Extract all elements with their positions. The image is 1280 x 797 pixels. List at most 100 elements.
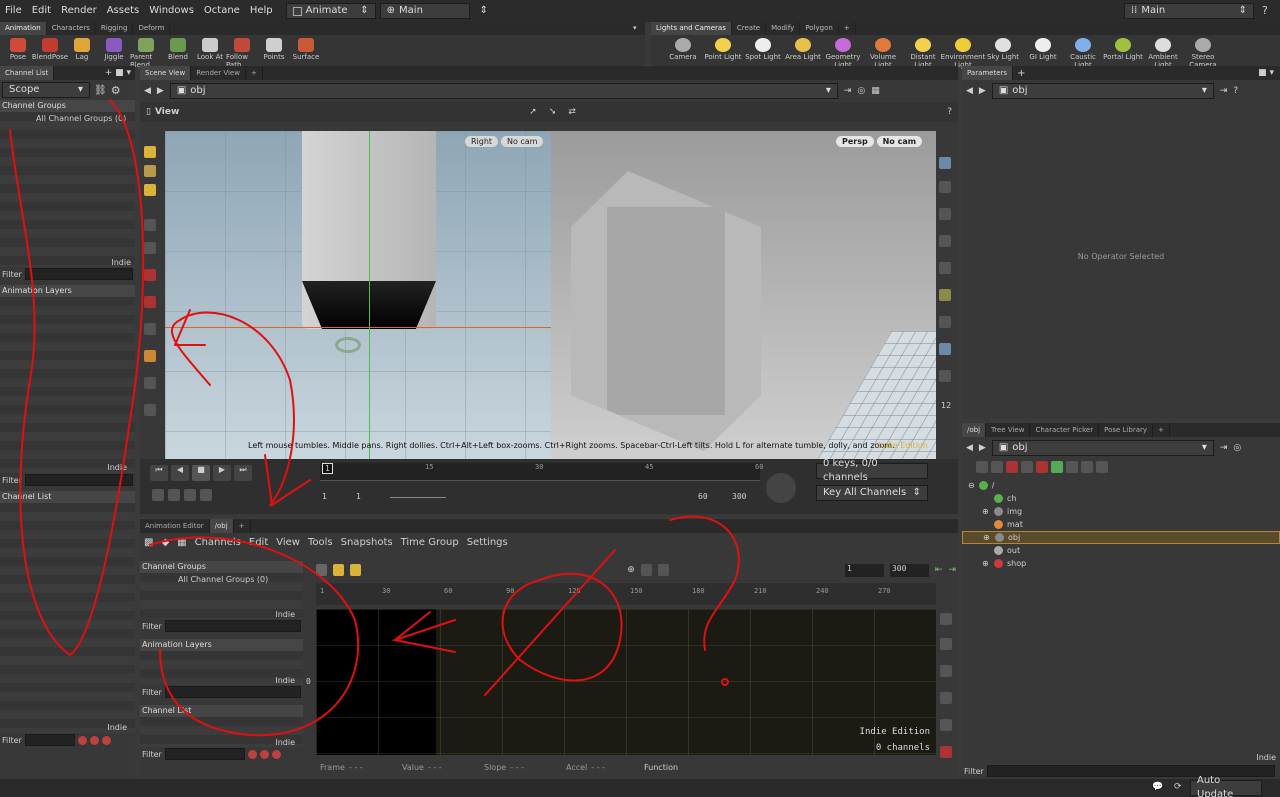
range-slider[interactable] <box>390 497 446 498</box>
all-channel-groups-item[interactable]: All Channel Groups (0) <box>0 112 135 123</box>
keyframe-icon[interactable]: ◆ <box>161 537 169 548</box>
key-field[interactable]: Frame - - - <box>316 763 398 772</box>
auto-update-selector[interactable]: Auto Update <box>1190 775 1262 797</box>
view-selector-pill[interactable]: Persp <box>836 136 874 147</box>
shelf-tool[interactable]: Geometry Light <box>823 38 863 69</box>
timeline-ruler[interactable]: 1 15 30 45 60 <box>320 463 763 481</box>
shelf-tool[interactable]: Environment Light <box>941 38 985 69</box>
snap-icon[interactable] <box>940 719 952 731</box>
lock-icon[interactable] <box>657 564 670 576</box>
skip-end-icon[interactable]: ⇥ <box>948 565 956 575</box>
menu-item-assets[interactable]: Assets <box>102 0 145 22</box>
add-tab-icon[interactable]: + ■ ▾ <box>105 68 135 78</box>
ae-menu-item-snapshots[interactable]: Snapshots <box>341 537 393 548</box>
range-end-field[interactable]: 60 <box>698 492 708 501</box>
curve-icon[interactable] <box>940 746 952 758</box>
tab-pose-library[interactable]: Pose Library <box>1099 423 1154 437</box>
collapse-icon[interactable]: ⊖ <box>968 481 975 490</box>
real-time-icon[interactable] <box>152 489 164 501</box>
tab-parameters[interactable]: Parameters <box>962 66 1014 80</box>
pin-icon[interactable]: ⇥ <box>844 86 852 96</box>
shelf-tool[interactable]: GI Light <box>1023 38 1063 69</box>
tool-icon[interactable] <box>1096 461 1108 473</box>
shelf-tool[interactable]: Portal Light <box>1103 38 1143 69</box>
audio-icon[interactable] <box>168 489 180 501</box>
tab-animation-editor[interactable]: Animation Editor <box>140 519 210 533</box>
filter-input[interactable] <box>24 474 133 486</box>
viewport-persp[interactable]: Persp No cam <box>551 131 936 459</box>
tab-obj[interactable]: /obj <box>209 519 234 533</box>
clock-icon[interactable] <box>200 489 212 501</box>
tree-node-obj[interactable]: ⊕ obj <box>962 531 1280 544</box>
top-right-context-selector[interactable]: ⁞⁞ Main ⇕ <box>1124 3 1254 19</box>
tool-icon[interactable] <box>1066 461 1078 473</box>
shelf-tool[interactable]: Area Light <box>783 38 823 69</box>
expand-icon[interactable]: ⊕ <box>983 533 991 542</box>
tree-node-ch[interactable]: ch <box>962 492 1280 505</box>
shelf-tool[interactable]: Sky Light <box>983 38 1023 69</box>
ae-menu-item-time-group[interactable]: Time Group <box>401 537 459 548</box>
shelf-tab[interactable]: Create <box>732 22 767 35</box>
shelf-tab[interactable]: Deform <box>133 22 171 35</box>
tree-node-img[interactable]: ⊕ img <box>962 505 1280 518</box>
ae-menu-item-tools[interactable]: Tools <box>308 537 333 548</box>
shelf-tool[interactable]: BlendPose <box>32 38 68 69</box>
back-arrow-icon[interactable]: ◀ <box>144 86 151 96</box>
tool-icon[interactable] <box>144 350 156 362</box>
tree-node-mat[interactable]: mat <box>962 518 1280 531</box>
tab-obj[interactable]: /obj <box>962 423 987 437</box>
select-tool-icon[interactable]: ➘ <box>549 107 557 117</box>
display-icon[interactable] <box>939 235 951 247</box>
shelf-tool[interactable]: Jiggle <box>98 38 130 69</box>
range-start2-field[interactable]: 1 <box>356 492 361 501</box>
menu-item-render[interactable]: Render <box>56 0 102 22</box>
pointer-icon[interactable] <box>144 219 156 231</box>
range-end2-field[interactable]: 300 <box>732 492 746 501</box>
key-icon[interactable] <box>247 749 257 759</box>
shelf-tool[interactable]: Camera <box>663 38 703 69</box>
frame-icon[interactable]: ⊕ <box>627 565 635 575</box>
context-arrows[interactable]: ⇕ <box>474 3 488 19</box>
view-icon[interactable] <box>640 564 652 576</box>
filter-input[interactable] <box>164 748 245 760</box>
help-icon[interactable]: ? <box>1262 4 1268 17</box>
shelf-tool[interactable]: Blend <box>162 38 194 69</box>
add-tab-icon[interactable]: + <box>1153 423 1170 437</box>
lock-icon[interactable] <box>144 242 156 254</box>
animation-layers-list[interactable]: Indie <box>140 651 303 685</box>
tab-tree-view[interactable]: Tree View <box>986 423 1031 437</box>
transform-icon[interactable]: ⇄ <box>568 107 576 117</box>
chat-icon[interactable]: 💬 <box>1152 782 1163 792</box>
shelf-tab[interactable]: Modify <box>766 22 801 35</box>
select-tool-icon[interactable] <box>316 564 328 576</box>
frame-horizontal-icon[interactable] <box>940 665 952 677</box>
shelf-tool[interactable]: Parent Blend <box>130 38 162 69</box>
channel-groups-list[interactable]: All Channel Groups (0) Indie <box>0 112 135 267</box>
shelf-tool[interactable]: Look At <box>194 38 226 69</box>
pane-menu-icon[interactable]: ■ ▾ <box>1258 68 1280 78</box>
graph-icon[interactable]: ▩ <box>144 537 153 548</box>
forward-arrow-icon[interactable]: ▶ <box>979 86 986 96</box>
range-end-field[interactable]: 300 <box>889 563 929 577</box>
key-icon[interactable] <box>89 735 99 745</box>
select-tool-icon[interactable]: ➚ <box>529 107 537 117</box>
display-icon[interactable] <box>939 157 951 169</box>
ae-menu-item-channels[interactable]: Channels <box>195 537 241 548</box>
menu-item-edit[interactable]: Edit <box>27 0 56 22</box>
key-all-selector[interactable]: Key All Channels ⇕ <box>816 485 928 501</box>
add-tab-icon[interactable]: + <box>246 66 263 80</box>
camera-selector-pill[interactable]: No cam <box>500 136 544 147</box>
key-wheel-icon[interactable] <box>766 473 796 503</box>
tool-icon[interactable] <box>1006 461 1018 473</box>
tool-icon[interactable] <box>1036 461 1048 473</box>
shelf-tab[interactable]: Characters <box>47 22 96 35</box>
tool-icon[interactable] <box>1081 461 1093 473</box>
ae-menu-item-edit[interactable]: Edit <box>249 537 268 548</box>
tree-root[interactable]: ⊖ / <box>962 479 1280 492</box>
animation-layers-list[interactable]: Indie <box>0 297 135 473</box>
range-start-field[interactable]: 1 <box>845 563 884 577</box>
loop-icon[interactable] <box>184 489 196 501</box>
shelf-tool[interactable]: Pose <box>2 38 34 69</box>
shelf-tool[interactable]: Lag <box>66 38 98 69</box>
light-icon[interactable] <box>939 289 951 301</box>
